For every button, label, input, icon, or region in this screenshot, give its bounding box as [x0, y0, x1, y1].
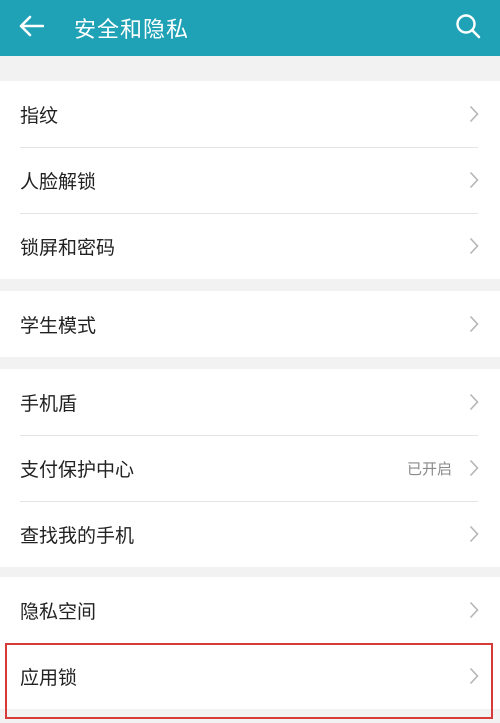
- settings-item-label: 手机盾: [20, 392, 78, 415]
- chevron-right-icon: [464, 391, 484, 413]
- chevron-right-icon: [464, 169, 484, 191]
- settings-item-fingerprint[interactable]: 指纹: [0, 81, 500, 147]
- settings-item-label: 学生模式: [20, 314, 97, 337]
- back-button[interactable]: [0, 0, 62, 56]
- search-icon: [455, 13, 481, 43]
- settings-item-label: 查找我的手机: [20, 524, 135, 547]
- settings-item-lock-screen-password[interactable]: 锁屏和密码: [0, 213, 500, 279]
- chevron-right-icon: [464, 523, 484, 545]
- search-button[interactable]: [446, 6, 490, 50]
- settings-item-label: 隐私空间: [20, 600, 97, 623]
- chevron-right-icon: [464, 103, 484, 125]
- settings-item-app-lock[interactable]: 应用锁: [0, 643, 500, 709]
- student-mode-group: 学生模式: [0, 291, 500, 357]
- settings-item-student-mode[interactable]: 学生模式: [0, 291, 500, 357]
- settings-item-label: 锁屏和密码: [20, 236, 116, 259]
- chevron-right-icon: [464, 599, 484, 621]
- page-title: 安全和隐私: [74, 18, 190, 43]
- app-bar: 安全和隐私: [0, 0, 500, 56]
- settings-item-private-space[interactable]: 隐私空间: [0, 577, 500, 643]
- settings-item-label: 支付保护中心: [20, 458, 135, 481]
- settings-item-label: 人脸解锁: [20, 170, 97, 193]
- phone-protection-group: 手机盾 支付保护中心 已开启 查找我的手机: [0, 369, 500, 567]
- chevron-right-icon: [464, 457, 484, 479]
- arrow-left-icon: [18, 15, 45, 41]
- privacy-group: 隐私空间 应用锁: [0, 577, 500, 709]
- security-privacy-screen: 安全和隐私 指纹 人脸解锁 锁屏和密码 学生模式 手机盾 支付保护中心 已开启 …: [0, 0, 500, 723]
- security-group: 指纹 人脸解锁 锁屏和密码: [0, 81, 500, 279]
- status-text: 已开启: [406, 459, 452, 478]
- settings-item-payment-protection[interactable]: 支付保护中心 已开启: [0, 435, 500, 501]
- settings-item-face-unlock[interactable]: 人脸解锁: [0, 147, 500, 213]
- chevron-right-icon: [464, 665, 484, 687]
- settings-item-phone-shield[interactable]: 手机盾: [0, 369, 500, 435]
- settings-item-label: 应用锁: [20, 666, 78, 689]
- chevron-right-icon: [464, 313, 484, 335]
- settings-item-label: 指纹: [20, 104, 59, 127]
- chevron-right-icon: [464, 235, 484, 257]
- settings-item-find-my-phone[interactable]: 查找我的手机: [0, 501, 500, 567]
